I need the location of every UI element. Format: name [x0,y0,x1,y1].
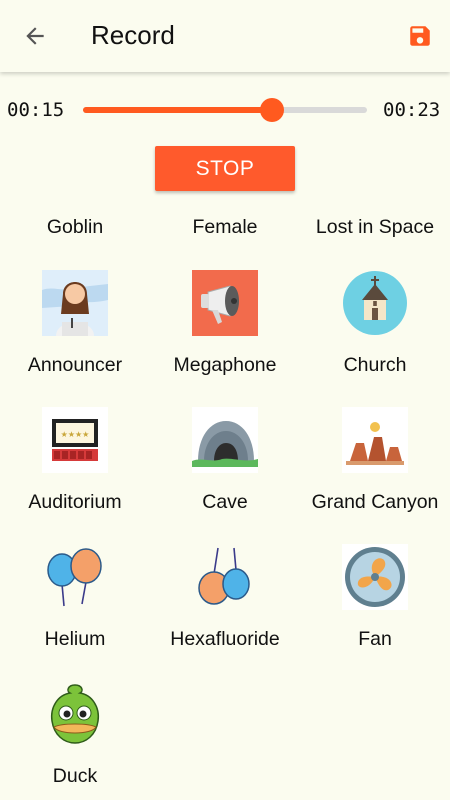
effect-label: Goblin [46,216,104,238]
seek-progress [83,107,272,113]
effect-helium[interactable]: Helium [0,544,150,656]
svg-text:★★★★: ★★★★ [61,430,90,439]
effect-grand-canyon[interactable]: Grand Canyon [300,407,450,519]
stop-button[interactable]: STOP [155,146,295,191]
effect-fan[interactable]: Fan [300,544,450,656]
church-icon [343,271,407,335]
effect-label: Duck [52,765,98,787]
effect-label: Female [192,216,258,238]
back-button[interactable] [16,18,54,54]
effect-label: Auditorium [28,491,122,513]
hexafluoride-balloons-icon [198,547,250,605]
effect-label: Lost in Space [315,216,435,238]
fan-icon [342,544,408,610]
announcer-icon [42,270,108,336]
effect-label: Grand Canyon [311,491,439,513]
effect-megaphone[interactable]: Megaphone [150,270,300,382]
page-title: Record [91,20,175,50]
effect-female[interactable]: Female [150,216,300,244]
effect-label: Announcer [27,354,123,376]
arrow-left-icon [26,27,44,45]
current-time: 00:15 [7,99,65,121]
effect-label: Church [343,354,407,376]
grand-canyon-icon [342,407,408,473]
effect-label: Megaphone [173,354,277,376]
effect-label: Helium [44,628,106,650]
effect-label: Fan [358,628,392,650]
seek-thumb[interactable] [259,98,284,122]
helium-balloons-icon [47,548,102,607]
effect-label: Hexafluoride [170,628,280,650]
effect-label: Cave [202,491,248,513]
effect-hexafluoride[interactable]: Hexafluoride [150,544,300,656]
effect-church[interactable]: Church [300,270,450,382]
effect-lost-in-space[interactable]: Lost in Space [300,216,450,244]
effect-auditorium[interactable]: ★★★★ Auditorium [0,407,150,519]
app-bar: Record [0,0,450,72]
floppy-disk-icon [410,26,430,46]
seek-slider[interactable] [83,98,367,122]
playback-bar: 00:15 00:23 [0,90,450,130]
effect-announcer[interactable]: Announcer [0,270,150,382]
duck-icon [50,684,100,744]
auditorium-icon: ★★★★ [42,407,108,473]
megaphone-icon [192,270,258,336]
effect-goblin[interactable]: Goblin [0,216,150,244]
effect-cave[interactable]: Cave [150,407,300,519]
effect-duck[interactable]: Duck [0,681,150,793]
save-button[interactable] [402,18,438,54]
total-time: 00:23 [383,99,441,121]
cave-icon [192,407,258,473]
